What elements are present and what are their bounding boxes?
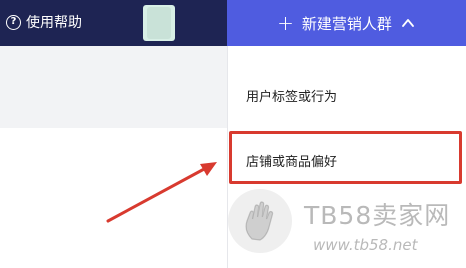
highlight-box	[229, 131, 462, 184]
chevron-up-icon	[401, 19, 414, 27]
top-navigation-bar: ? 使用帮助 + 新建营销人群	[0, 0, 466, 46]
watermark-title: TB58卖家网	[304, 201, 451, 230]
help-link[interactable]: ? 使用帮助	[6, 11, 82, 33]
watermark-logo	[228, 189, 292, 253]
plus-icon: +	[277, 11, 294, 35]
content-area	[0, 128, 227, 268]
avatar-image	[147, 7, 171, 39]
content-toolbar-strip	[0, 46, 227, 128]
create-audience-label: 新建营销人群	[301, 14, 392, 33]
watermark-url: www.tb58.net	[313, 236, 418, 254]
avatar[interactable]	[143, 5, 175, 41]
question-circle-icon: ?	[6, 14, 21, 30]
hand-icon	[245, 201, 274, 241]
create-audience-button[interactable]: + 新建营销人群	[227, 0, 466, 46]
help-label: 使用帮助	[26, 15, 82, 31]
menu-item-user-tags-or-behavior[interactable]: 用户标签或行为	[246, 86, 337, 105]
